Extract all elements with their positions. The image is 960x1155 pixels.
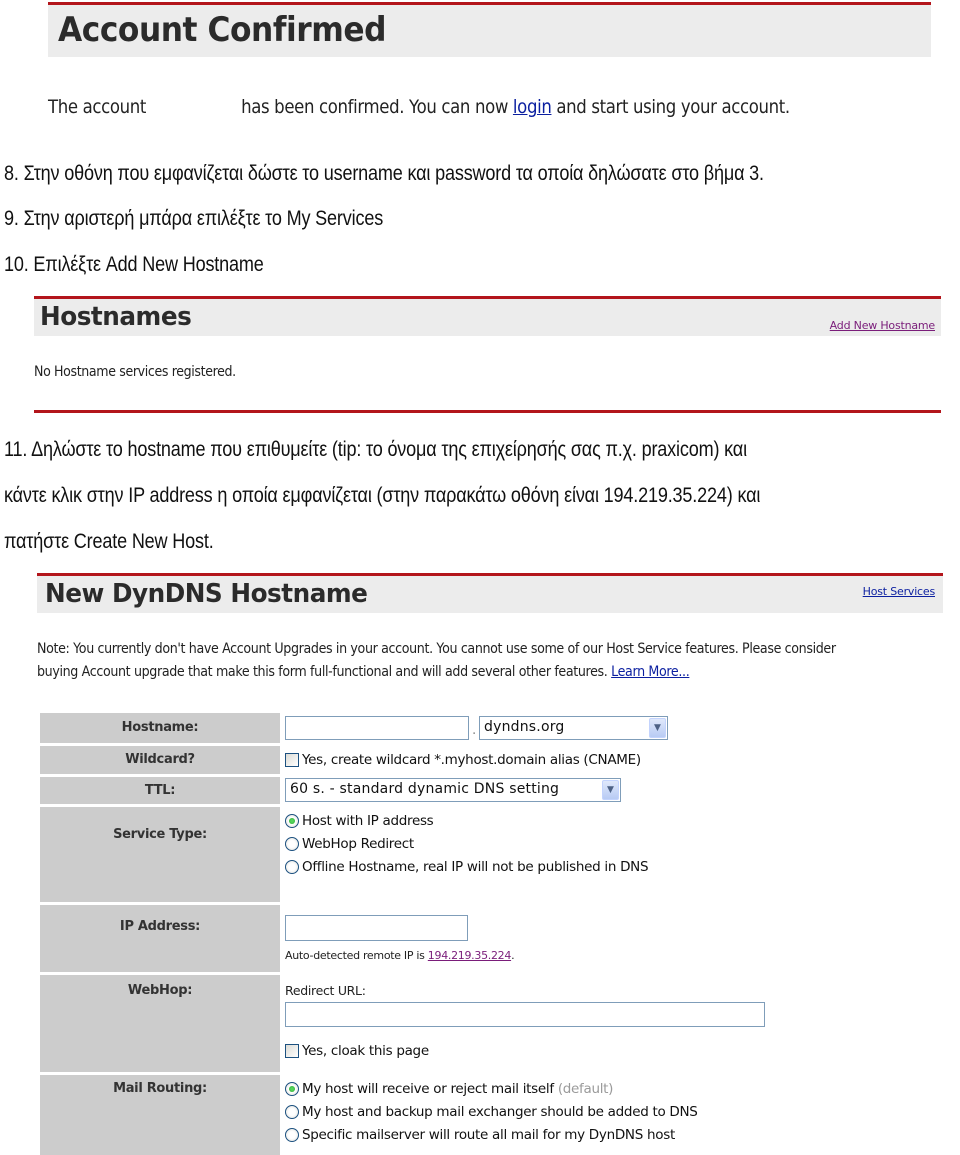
hostname-label: Hostname: <box>40 713 280 743</box>
hostname-input[interactable] <box>285 716 469 740</box>
service-type-label: Service Type: <box>40 807 280 902</box>
hostnames-banner: Hostnames Add New Hostname <box>34 296 941 336</box>
cloak-checkbox-label: Yes, cloak this page <box>302 1043 429 1059</box>
form-row-mail-routing: Mail Routing: My host will receive or re… <box>40 1075 960 1155</box>
upgrade-note-line-2: buying Account upgrade that make this fo… <box>37 664 690 680</box>
form-row-hostname: Hostname: . dyndns.org ▼ <box>40 713 960 743</box>
ttl-label: TTL: <box>40 777 280 804</box>
learn-more-link[interactable]: Learn More... <box>611 664 690 680</box>
service-type-radio-host[interactable] <box>285 814 299 828</box>
cloak-option[interactable]: Yes, cloak this page <box>285 1043 429 1059</box>
form-row-service-type: Service Type: Host with IP address WebHo… <box>40 807 960 902</box>
service-type-option-host[interactable]: Host with IP address <box>285 813 434 829</box>
mail-routing-option-mailserver[interactable]: Specific mailserver will route all mail … <box>285 1127 675 1143</box>
auto-detected-ip-link[interactable]: 194.219.35.224 <box>428 949 512 962</box>
message-prefix: The account <box>48 96 147 118</box>
mail-routing-default-tag: (default) <box>557 1081 614 1097</box>
message-suffix: and start using your account. <box>556 96 790 118</box>
hostnames-bottom-rule <box>34 410 941 413</box>
auto-detected-ip-text: Auto-detected remote IP is 194.219.35.22… <box>285 949 515 962</box>
add-new-hostname-link[interactable]: Add New Hostname <box>830 319 936 332</box>
mail-routing-radio-mailserver[interactable] <box>285 1128 299 1142</box>
domain-select[interactable]: dyndns.org ▼ <box>479 716 668 740</box>
service-type-option-offline-label: Offline Hostname, real IP will not be pu… <box>302 859 649 875</box>
mail-routing-option-backup[interactable]: My host and backup mail exchanger should… <box>285 1104 698 1120</box>
auto-detected-prefix: Auto-detected remote IP is <box>285 949 425 962</box>
wildcard-checkbox-label: Yes, create wildcard *.myhost.domain ali… <box>302 752 641 768</box>
step-10: 10. Επιλέξτε Add New Hostname <box>4 253 264 276</box>
webhop-label: WebHop: <box>40 975 280 1072</box>
mail-routing-radio-self[interactable] <box>285 1082 299 1096</box>
mail-routing-option-backup-label: My host and backup mail exchanger should… <box>302 1104 698 1120</box>
message-middle: has been confirmed. You can now <box>241 96 509 118</box>
step-11-line-1: 11. Δηλώστε το hostname που επιθυμείτε (… <box>4 438 747 461</box>
service-type-option-webhop[interactable]: WebHop Redirect <box>285 836 414 852</box>
upgrade-note-line-1: Note: You currently don't have Account U… <box>37 641 836 657</box>
no-hostnames-message: No Hostname services registered. <box>34 364 236 380</box>
wildcard-checkbox[interactable] <box>285 753 299 767</box>
redirect-url-input[interactable] <box>285 1002 765 1027</box>
form-row-ttl: TTL: 60 s. - standard dynamic DNS settin… <box>40 777 960 804</box>
hostname-dot-separator: . <box>472 722 476 738</box>
account-confirmed-message: The account has been confirmed. You can … <box>48 96 790 118</box>
chevron-down-icon[interactable]: ▼ <box>602 780 619 800</box>
upgrade-note-text: buying Account upgrade that make this fo… <box>37 664 608 680</box>
account-confirmed-banner: Account Confirmed <box>48 2 931 57</box>
step-11-line-3: πατήστε Create New Host. <box>4 530 214 553</box>
form-row-wildcard: Wildcard? Yes, create wildcard *.myhost.… <box>40 746 960 774</box>
cloak-checkbox[interactable] <box>285 1044 299 1058</box>
redirect-url-label: Redirect URL: <box>285 983 366 998</box>
hostnames-title: Hostnames <box>40 302 192 332</box>
new-hostname-title: New DynDNS Hostname <box>45 579 368 609</box>
auto-detected-suffix: . <box>511 949 515 962</box>
wildcard-option[interactable]: Yes, create wildcard *.myhost.domain ali… <box>285 752 641 768</box>
form-row-webhop: WebHop: Redirect URL: Yes, cloak this pa… <box>40 975 960 1072</box>
ip-address-label: IP Address: <box>40 905 280 972</box>
domain-select-value: dyndns.org <box>484 719 565 735</box>
ttl-select-value: 60 s. - standard dynamic DNS setting <box>290 781 560 797</box>
host-services-link[interactable]: Host Services <box>863 585 936 598</box>
service-type-option-offline[interactable]: Offline Hostname, real IP will not be pu… <box>285 859 649 875</box>
service-type-radio-webhop[interactable] <box>285 837 299 851</box>
mail-routing-radio-backup[interactable] <box>285 1105 299 1119</box>
service-type-radio-offline[interactable] <box>285 860 299 874</box>
step-9: 9. Στην αριστερή μπάρα επιλέξτε το My Se… <box>4 207 384 230</box>
chevron-down-icon[interactable]: ▼ <box>649 718 666 738</box>
service-type-option-webhop-label: WebHop Redirect <box>302 836 414 852</box>
ttl-select[interactable]: 60 s. - standard dynamic DNS setting ▼ <box>285 778 621 802</box>
account-confirmed-title: Account Confirmed <box>58 10 387 50</box>
step-11-line-2: κάντε κλικ στην IP address η οποία εμφαν… <box>4 484 761 507</box>
mail-routing-option-mailserver-label: Specific mailserver will route all mail … <box>302 1127 675 1143</box>
form-row-ip-address: IP Address: Auto-detected remote IP is 1… <box>40 905 960 972</box>
mail-routing-option-self-label: My host will receive or reject mail itse… <box>302 1081 554 1097</box>
ip-address-input[interactable] <box>285 915 468 941</box>
login-link[interactable]: login <box>513 96 552 118</box>
new-hostname-banner: New DynDNS Hostname Host Services <box>37 573 943 613</box>
step-8: 8. Στην οθόνη που εμφανίζεται δώστε το u… <box>4 162 764 185</box>
service-type-option-host-label: Host with IP address <box>302 813 434 829</box>
wildcard-label: Wildcard? <box>40 746 280 774</box>
mail-routing-label: Mail Routing: <box>40 1075 280 1155</box>
mail-routing-option-self[interactable]: My host will receive or reject mail itse… <box>285 1081 613 1097</box>
